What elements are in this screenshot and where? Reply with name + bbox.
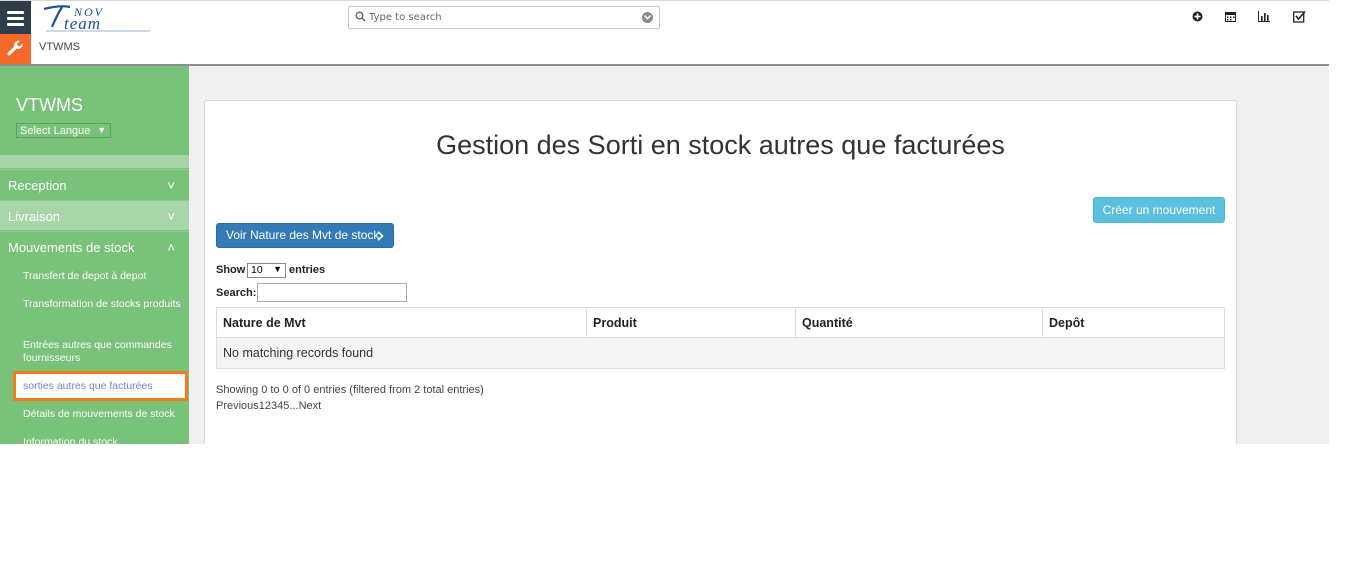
- sidebar-subitem-transformation[interactable]: Transformation de stocks produits: [23, 298, 183, 311]
- empty-message: No matching records found: [216, 337, 1225, 369]
- table-row: No matching records found: [216, 337, 1225, 369]
- language-select-label: Select Langue: [20, 125, 91, 137]
- language-select[interactable]: Select Langue ▼: [16, 123, 111, 138]
- table-info: Showing 0 to 0 of 0 entries (filtered fr…: [216, 384, 484, 396]
- chevron-down-circle-icon[interactable]: [642, 12, 653, 23]
- sidebar-title: VTWMS: [16, 95, 83, 115]
- content-panel: Gestion des Sorti en stock autres que fa…: [204, 100, 1237, 444]
- sidebar-subitem-label: sorties autres que facturées: [23, 380, 153, 392]
- sidebar-item-label: Reception: [8, 178, 67, 193]
- chevron-up-icon: ˄: [167, 240, 175, 255]
- pagination-ellipsis: ...: [289, 400, 299, 412]
- chevron-down-icon: ˅: [167, 178, 175, 193]
- pagination: Previous12345...Next: [216, 400, 321, 412]
- sidebar-subitem-details[interactable]: Détails de mouvements de stock: [23, 408, 183, 421]
- wrench-icon: [7, 40, 23, 56]
- brand-logo[interactable]: NOV team: [40, 3, 154, 33]
- sidebar-separator: [0, 155, 189, 168]
- entries-label: entries: [289, 264, 326, 276]
- plus-circle-icon[interactable]: [1192, 11, 1203, 22]
- page-size-value: 10: [251, 264, 263, 276]
- caret-down-icon: ▼: [273, 264, 282, 274]
- top-navbar: NOV team: [0, 0, 1329, 35]
- sidebar-subitem-entrees[interactable]: Entrées autres que commandes fournisseur…: [23, 339, 183, 365]
- search-icon: [355, 11, 366, 22]
- hamburger-line: [7, 17, 24, 20]
- sidebar-subitem-transfert[interactable]: Transfert de depot à depot: [23, 270, 183, 283]
- chevron-down-icon: ˅: [167, 209, 175, 224]
- sidebar-subitem-information[interactable]: Information du stock: [23, 436, 183, 444]
- pagination-next[interactable]: Next: [299, 400, 322, 412]
- show-label: Show: [216, 264, 246, 276]
- chevron-right-icon: [377, 231, 384, 241]
- module-label: VTWMS: [39, 41, 80, 53]
- table-search-input[interactable]: [257, 283, 407, 302]
- sidebar-item-label: Mouvements de stock: [8, 240, 135, 255]
- table-search-label: Search:: [216, 287, 257, 299]
- hamburger-line: [7, 11, 24, 14]
- column-header-depot[interactable]: Depôt: [1042, 307, 1225, 338]
- global-search[interactable]: [348, 6, 660, 29]
- sidebar-item-label: Livraison: [8, 209, 61, 224]
- sidebar-item-mouvements-de-stock[interactable]: Mouvements de stock ˄: [0, 231, 189, 261]
- sidebar: VTWMS Select Langue ▼ Reception ˅ Livrai…: [0, 66, 189, 444]
- hamburger-line: [7, 23, 24, 26]
- column-header-quantite[interactable]: Quantité: [795, 307, 1043, 338]
- search-input[interactable]: [369, 9, 629, 26]
- calendar-icon[interactable]: [1225, 11, 1236, 22]
- bar-chart-icon[interactable]: [1258, 11, 1270, 22]
- sidebar-item-reception[interactable]: Reception ˅: [0, 169, 189, 199]
- sidebar-item-livraison[interactable]: Livraison ˅: [0, 200, 189, 230]
- settings-button[interactable]: [0, 34, 31, 64]
- table-header-row: Nature de Mvt Produit Quantité Depôt: [216, 307, 1225, 338]
- page-size-select[interactable]: 10 ▼: [247, 263, 286, 278]
- caret-down-icon: ▼: [97, 125, 106, 135]
- checkbox-icon[interactable]: [1293, 10, 1306, 23]
- sidebar-subitem-sorties-active[interactable]: sorties autres que facturées: [13, 371, 188, 401]
- column-header-nature[interactable]: Nature de Mvt: [216, 307, 587, 338]
- app-window: NOV team Type to search VTWMS VTWMS Sele…: [0, 0, 1329, 444]
- view-movement-types-button[interactable]: Voir Nature des Mvt de stock: [216, 223, 394, 248]
- page-title: Gestion des Sorti en stock autres que fa…: [436, 130, 1005, 160]
- pagination-previous[interactable]: Previous: [216, 400, 259, 412]
- hamburger-menu-button[interactable]: [0, 1, 31, 35]
- view-movement-types-label: Voir Nature des Mvt de stock: [226, 228, 380, 242]
- column-header-produit[interactable]: Produit: [586, 307, 796, 338]
- movements-table: Nature de Mvt Produit Quantité Depôt No …: [216, 307, 1225, 369]
- create-movement-button[interactable]: Créer un mouvement: [1093, 197, 1225, 223]
- module-bar: VTWMS: [0, 34, 1329, 66]
